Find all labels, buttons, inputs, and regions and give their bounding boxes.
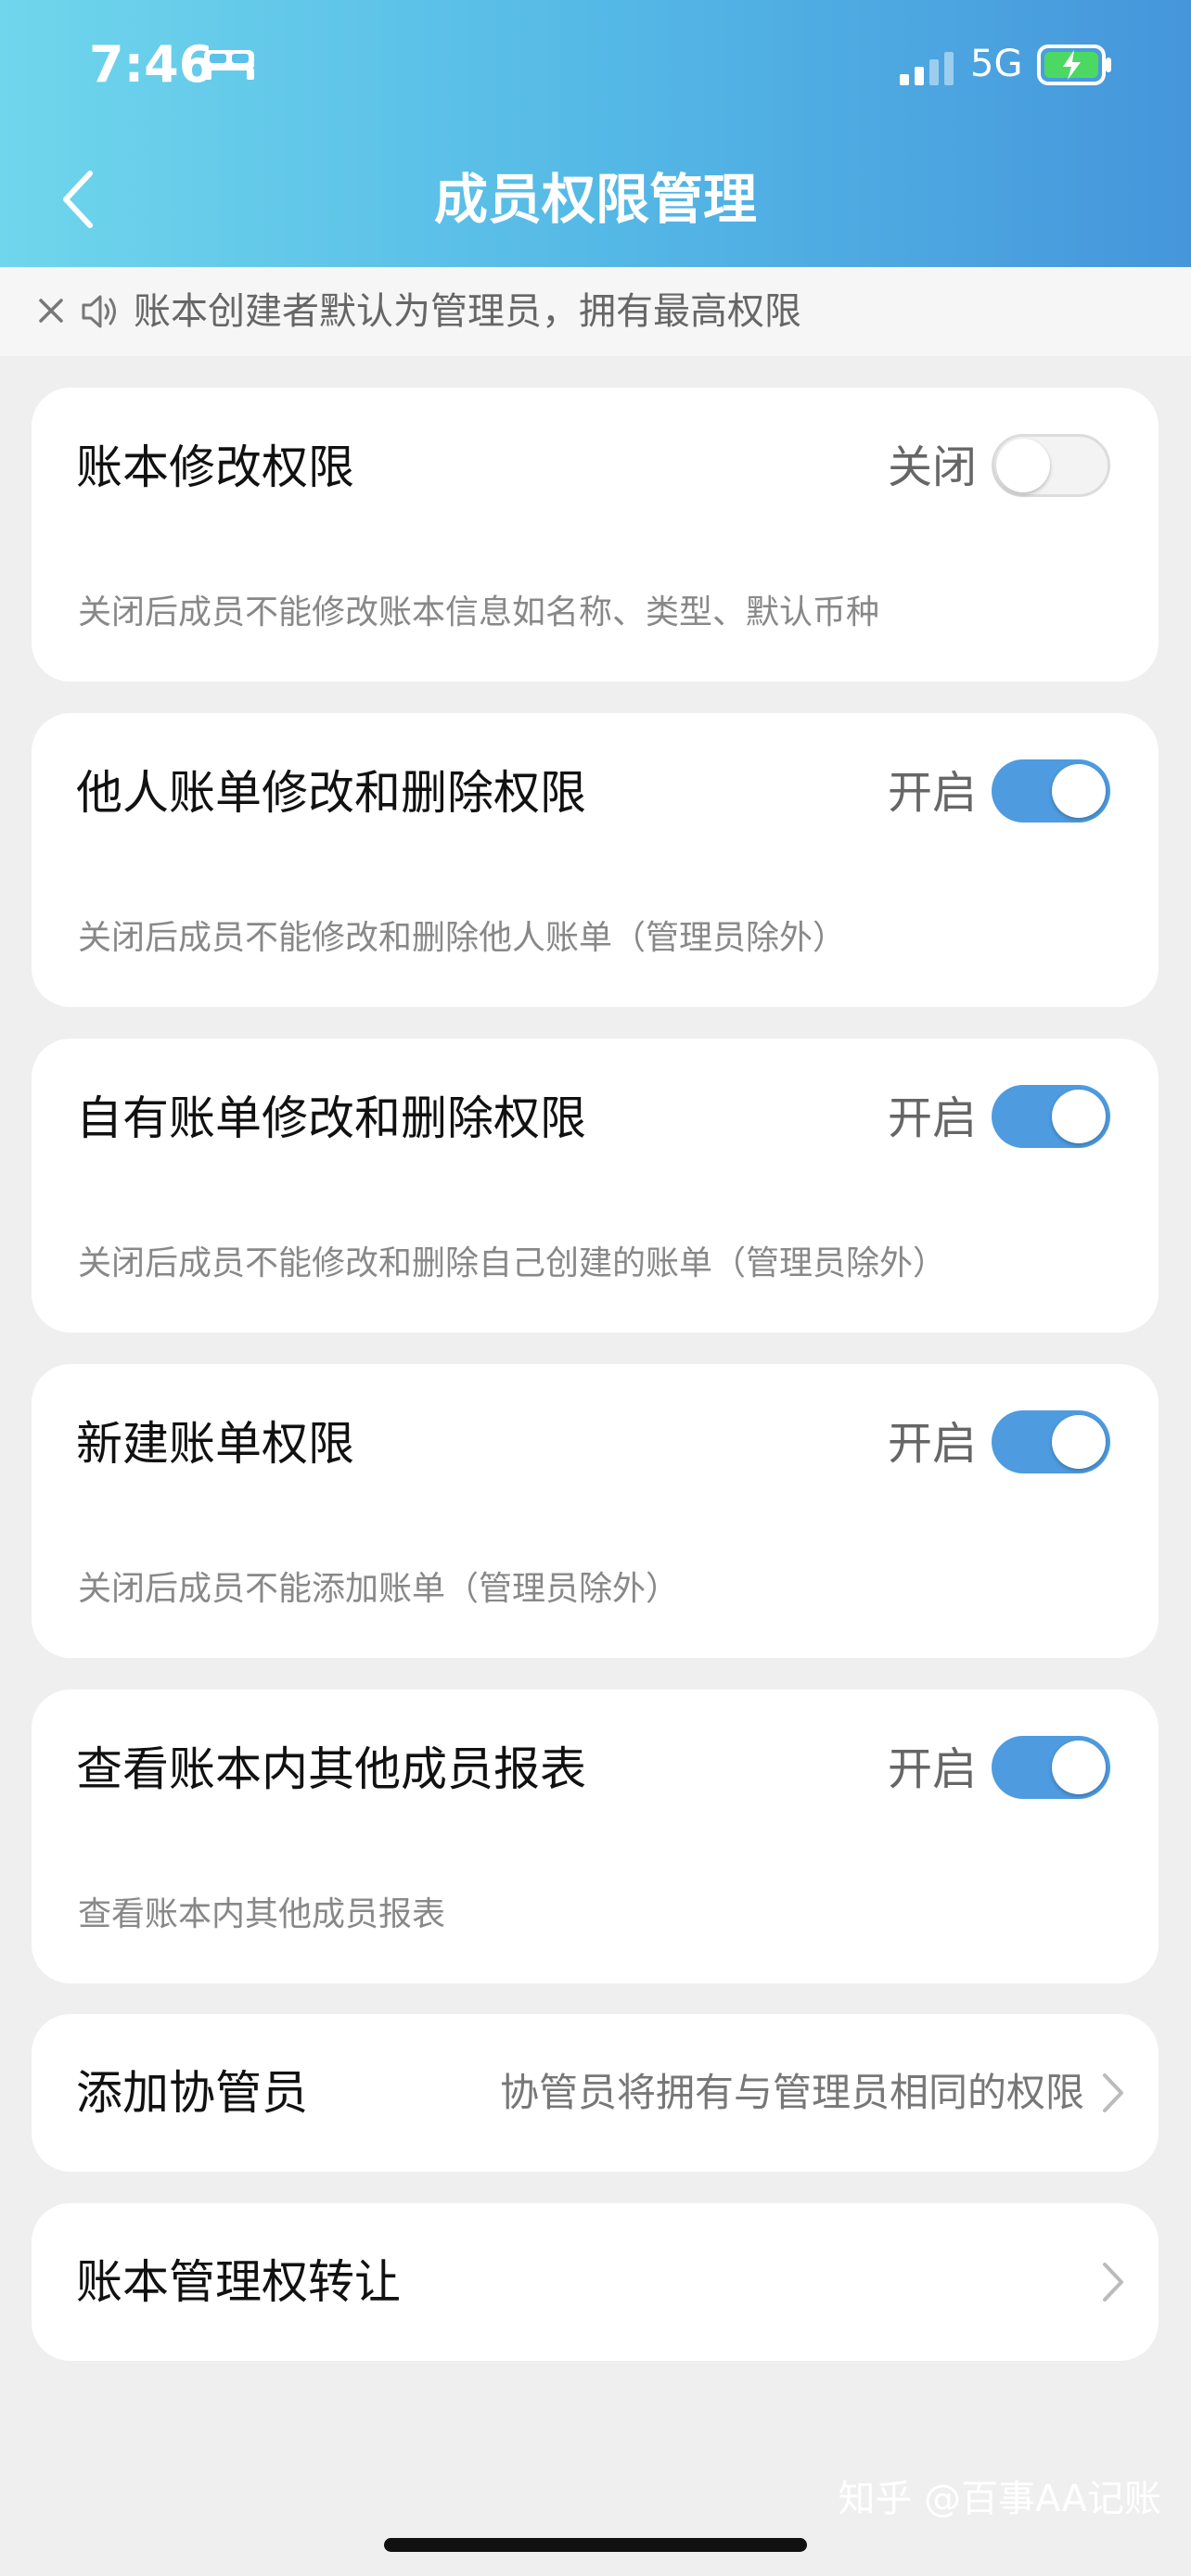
permission-card-own-bills: 自有账单修改和删除权限 开启 关闭后成员不能修改和删除自己创建的账单（管理员除外…	[32, 1039, 1159, 1333]
status-bar: 7:46 5G	[0, 0, 1191, 139]
permission-status: 开启	[887, 1092, 977, 1144]
permission-status: 开启	[887, 767, 977, 819]
battery-charging-icon	[1037, 45, 1113, 89]
permission-title: 新建账单权限	[76, 1417, 354, 1471]
permission-description: 关闭后成员不能修改账本信息如名称、类型、默认币种	[78, 593, 880, 631]
permission-card-view-reports: 查看账本内其他成员报表 开启 查看账本内其他成员报表	[32, 1690, 1159, 1983]
permission-description: 关闭后成员不能添加账单（管理员除外）	[78, 1570, 680, 1608]
permission-title: 自有账单修改和删除权限	[76, 1091, 586, 1145]
permission-card-book-edit: 账本修改权限 关闭 关闭后成员不能修改账本信息如名称、类型、默认币种	[32, 388, 1159, 682]
link-title: 账本管理权转让	[76, 2255, 401, 2309]
transfer-ownership-row[interactable]: 账本管理权转让	[32, 2203, 1159, 2361]
toggle-knob	[1052, 1415, 1106, 1469]
permission-description: 查看账本内其他成员报表	[78, 1895, 446, 1933]
link-subtitle: 协管员将拥有与管理员相同的权限	[499, 2070, 1084, 2115]
speaker-icon	[80, 291, 122, 336]
notice-bar: 账本创建者默认为管理员，拥有最高权限	[0, 267, 1191, 356]
permission-card-new-bill: 新建账单权限 开启 关闭后成员不能添加账单（管理员除外）	[32, 1364, 1159, 1658]
notice-text: 账本创建者默认为管理员，拥有最高权限	[134, 290, 801, 333]
toggle-knob	[1052, 1741, 1106, 1794]
link-title: 添加协管员	[76, 2066, 308, 2120]
permission-status: 关闭	[887, 441, 977, 493]
close-icon[interactable]	[35, 295, 67, 326]
status-time: 7:46	[89, 35, 214, 94]
watermark: 知乎 @百事AA记账	[838, 2478, 1161, 2520]
permission-toggle[interactable]	[992, 1410, 1110, 1473]
chevron-right-icon	[1101, 2261, 1125, 2307]
header: 7:46 5G 成员权限管理	[0, 0, 1191, 267]
toggle-knob	[1052, 1090, 1106, 1143]
chevron-right-icon	[1101, 2072, 1125, 2118]
permission-status: 开启	[887, 1743, 977, 1795]
permission-title: 查看账本内其他成员报表	[76, 1742, 586, 1796]
toggle-knob	[1052, 764, 1106, 818]
permission-description: 关闭后成员不能修改和删除自己创建的账单（管理员除外）	[78, 1244, 947, 1282]
permission-title: 账本修改权限	[76, 440, 354, 494]
home-indicator[interactable]	[384, 2538, 807, 2552]
network-type: 5G	[970, 43, 1023, 85]
page-title: 成员权限管理	[433, 168, 757, 231]
permission-toggle[interactable]	[992, 759, 1110, 823]
permission-card-others-bills: 他人账单修改和删除权限 开启 关闭后成员不能修改和删除他人账单（管理员除外）	[32, 713, 1159, 1007]
permission-toggle[interactable]	[992, 434, 1110, 497]
permission-title: 他人账单修改和删除权限	[76, 766, 586, 820]
toggle-knob	[996, 439, 1050, 492]
bed-icon	[202, 46, 256, 85]
add-co-manager-row[interactable]: 添加协管员 协管员将拥有与管理员相同的权限	[32, 2014, 1159, 2172]
permission-toggle[interactable]	[992, 1085, 1110, 1148]
permission-toggle[interactable]	[992, 1736, 1110, 1799]
signal-icon	[900, 50, 957, 91]
permission-status: 开启	[887, 1418, 977, 1470]
permission-description: 关闭后成员不能修改和删除他人账单（管理员除外）	[78, 919, 847, 957]
